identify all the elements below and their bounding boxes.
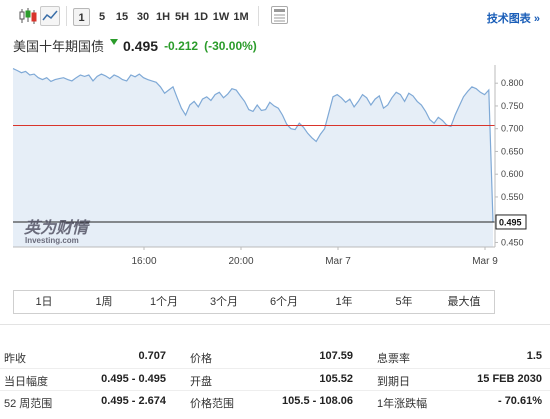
price-chart-svg: 0.4500.5000.5500.6000.6500.7000.7500.800…: [12, 65, 527, 267]
range-max[interactable]: 最大值: [434, 291, 494, 313]
interval-30[interactable]: 30: [135, 8, 151, 26]
y-tick-label: 0.700: [501, 124, 524, 134]
line-chart-icon[interactable]: [40, 6, 60, 26]
toolbar-divider: [258, 6, 259, 26]
stat-label: 息票率: [377, 353, 410, 365]
range-3m[interactable]: 3个月: [194, 291, 254, 313]
stat-label: 价格: [190, 353, 212, 365]
quote-header: 美国十年期国债 0.495 -0.212 (-30.00%): [13, 36, 257, 58]
interval-5h[interactable]: 5H: [174, 8, 190, 26]
stat-label: 到期日: [377, 376, 410, 388]
interval-1h[interactable]: 1H: [155, 8, 171, 26]
y-tick-label: 0.600: [501, 169, 524, 179]
price-change: -0.212: [164, 38, 199, 53]
price-chart: 0.4500.5000.5500.6000.6500.7000.7500.800…: [0, 60, 550, 325]
stats-row: 当日幅度 0.495 - 0.495 开盘 105.52 到期日 15 FEB …: [0, 368, 550, 391]
range-1m[interactable]: 1个月: [134, 291, 194, 313]
stat-label: 昨收: [4, 353, 26, 365]
chart-toolbar: 1 5 15 30 1H 5H 1D 1W 1M 技术图表 »: [0, 0, 550, 34]
y-tick-label: 0.450: [501, 237, 524, 247]
stat-value: 105.52: [319, 373, 353, 385]
stat-label: 价格范围: [190, 398, 234, 410]
x-tick-label: Mar 9: [472, 256, 498, 267]
stat-value: 105.5 - 108.06: [282, 395, 353, 407]
y-tick-label: 0.800: [501, 78, 524, 88]
range-1w[interactable]: 1周: [74, 291, 134, 313]
interval-15[interactable]: 15: [114, 8, 130, 26]
y-tick-label: 0.550: [501, 192, 524, 202]
watermark-logo: 英为财情: [24, 219, 91, 237]
stat-value: 15 FEB 2030: [477, 373, 542, 385]
stat-value: 0.495 - 2.674: [101, 395, 166, 407]
interval-1m[interactable]: 1M: [232, 8, 250, 26]
stat-value: 107.59: [319, 350, 353, 362]
range-6m[interactable]: 6个月: [254, 291, 314, 313]
x-tick-label: 16:00: [131, 256, 156, 267]
stat-value: 1.5: [526, 350, 542, 362]
stats-row: 52 周范围 0.495 - 2.674 价格范围 105.5 - 108.06…: [0, 390, 550, 413]
data-table-icon[interactable]: [271, 6, 288, 24]
range-5y[interactable]: 5年: [374, 291, 434, 313]
watermark-sub: Investing.com: [25, 236, 79, 245]
toolbar-divider: [66, 6, 67, 26]
stats-row: 昨收 0.707 价格 107.59 息票率 1.5: [0, 346, 550, 368]
section-divider: [0, 324, 550, 325]
stat-value: - 70.61%: [497, 395, 542, 407]
interval-5[interactable]: 5: [96, 8, 108, 26]
y-tick-label: 0.650: [501, 146, 524, 156]
range-1d[interactable]: 1日: [14, 291, 74, 313]
range-1y[interactable]: 1年: [314, 291, 374, 313]
instrument-name: 美国十年期国债: [13, 39, 105, 54]
stat-label: 当日幅度: [4, 376, 48, 388]
y-tick-label: 0.750: [501, 101, 524, 111]
last-price: 0.495: [123, 37, 159, 54]
stat-value: 0.495 - 0.495: [101, 373, 166, 385]
candlestick-icon[interactable]: [18, 6, 38, 26]
interval-1w[interactable]: 1W: [212, 8, 230, 26]
interval-1[interactable]: 1: [73, 8, 90, 26]
x-tick-label: 20:00: [228, 256, 253, 267]
last-value-label: 0.495: [499, 217, 522, 227]
stat-value: 0.707: [138, 350, 166, 362]
down-arrow-icon: [110, 39, 119, 45]
range-selector: 1日 1周 1个月 3个月 6个月 1年 5年 最大值: [13, 290, 495, 314]
x-tick-label: Mar 7: [325, 256, 351, 267]
stat-label: 1年涨跌幅: [377, 398, 428, 410]
stat-label: 开盘: [190, 376, 212, 388]
price-change-percent: (-30.00%): [204, 38, 257, 53]
interval-1d[interactable]: 1D: [193, 8, 209, 26]
stat-label: 52 周范围: [4, 398, 53, 410]
tech-chart-link[interactable]: 技术图表 »: [487, 10, 540, 26]
